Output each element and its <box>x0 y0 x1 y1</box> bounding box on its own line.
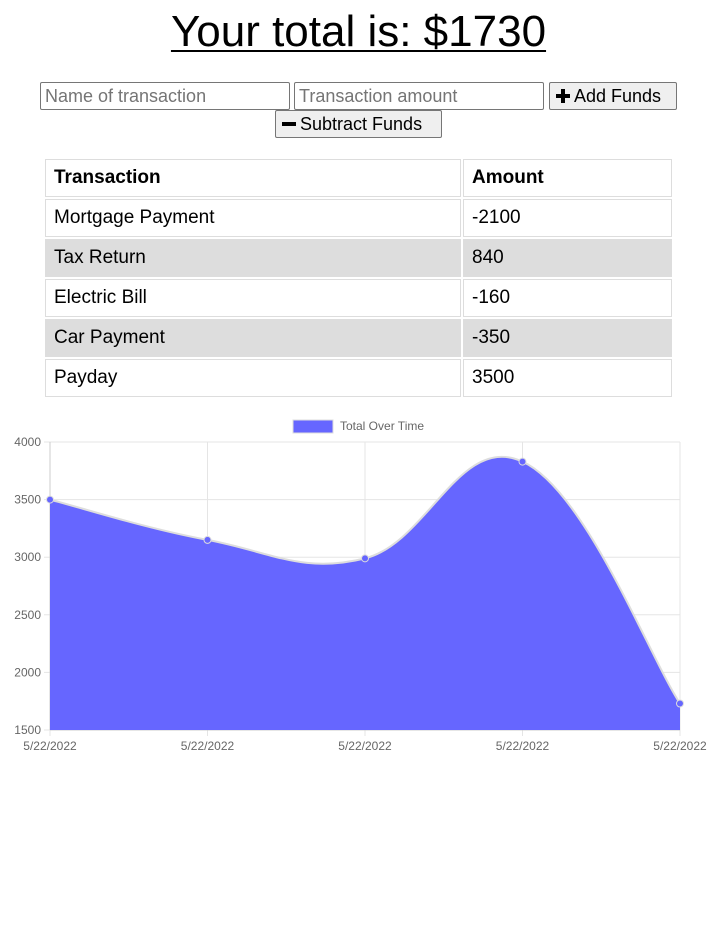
y-tick-label: 3000 <box>14 550 41 564</box>
transaction-amount-cell: -160 <box>463 279 672 317</box>
add-funds-button[interactable]: Add Funds <box>549 82 677 110</box>
table-row: Electric Bill -160 <box>45 279 672 317</box>
transaction-form: Add Funds Subtract Funds <box>0 82 717 142</box>
table-row: Mortgage Payment -2100 <box>45 199 672 237</box>
x-tick-label: 5/22/2022 <box>181 739 235 753</box>
transaction-amount-input[interactable] <box>294 82 544 110</box>
chart-svg: 1500 2000 2500 3000 3500 4000 5/22/2022 5/22/20… <box>14 419 707 753</box>
x-tick-label: 5/22/2022 <box>496 739 550 753</box>
transaction-amount-cell: 840 <box>463 239 672 277</box>
table-header-row: Transaction Amount <box>45 159 672 197</box>
transaction-amount-cell: 3500 <box>463 359 672 397</box>
table-row: Tax Return 840 <box>45 239 672 277</box>
legend-swatch <box>292 419 334 434</box>
subtract-funds-label: Subtract Funds <box>300 113 423 134</box>
x-tick-label: 5/22/2022 <box>338 739 392 753</box>
x-tick-label: 5/22/2022 <box>23 739 77 753</box>
y-tick-label: 2500 <box>14 608 41 622</box>
data-point <box>518 457 527 466</box>
transaction-amount-cell: -2100 <box>463 199 672 237</box>
transactions-table: Transaction Amount Mortgage Payment -210… <box>43 157 674 399</box>
y-tick-label: 1500 <box>14 723 41 737</box>
x-tick-label: 5/22/2022 <box>653 739 707 753</box>
transaction-amount-cell: -350 <box>463 319 672 357</box>
data-point <box>361 554 369 563</box>
transaction-name-cell: Payday <box>45 359 461 397</box>
plus-icon <box>556 89 570 103</box>
total-heading: Your total is: $1730 <box>170 7 547 56</box>
data-point <box>46 495 54 504</box>
y-tick-label: 2000 <box>14 665 41 679</box>
table-row: Payday 3500 <box>45 359 672 397</box>
transaction-name-cell: Car Payment <box>45 319 461 357</box>
subtract-funds-button[interactable]: Subtract Funds <box>275 110 442 138</box>
total-over-time-chart: 1500 2000 2500 3000 3500 4000 5/22/2022 5/22/20… <box>0 412 717 762</box>
transaction-name-cell: Tax Return <box>45 239 461 277</box>
data-point <box>676 699 684 708</box>
transaction-name-cell: Electric Bill <box>45 279 461 317</box>
y-tick-label: 3500 <box>14 493 41 507</box>
minus-icon <box>282 117 296 131</box>
table-row: Car Payment -350 <box>45 319 672 357</box>
data-point <box>203 535 212 544</box>
y-tick-label: 4000 <box>14 435 41 449</box>
column-header-amount: Amount <box>463 159 672 197</box>
transaction-name-input[interactable] <box>40 82 290 110</box>
legend-label: Total Over Time <box>340 419 424 433</box>
column-header-transaction: Transaction <box>45 159 461 197</box>
add-funds-label: Add Funds <box>574 85 662 106</box>
transaction-name-cell: Mortgage Payment <box>45 199 461 237</box>
